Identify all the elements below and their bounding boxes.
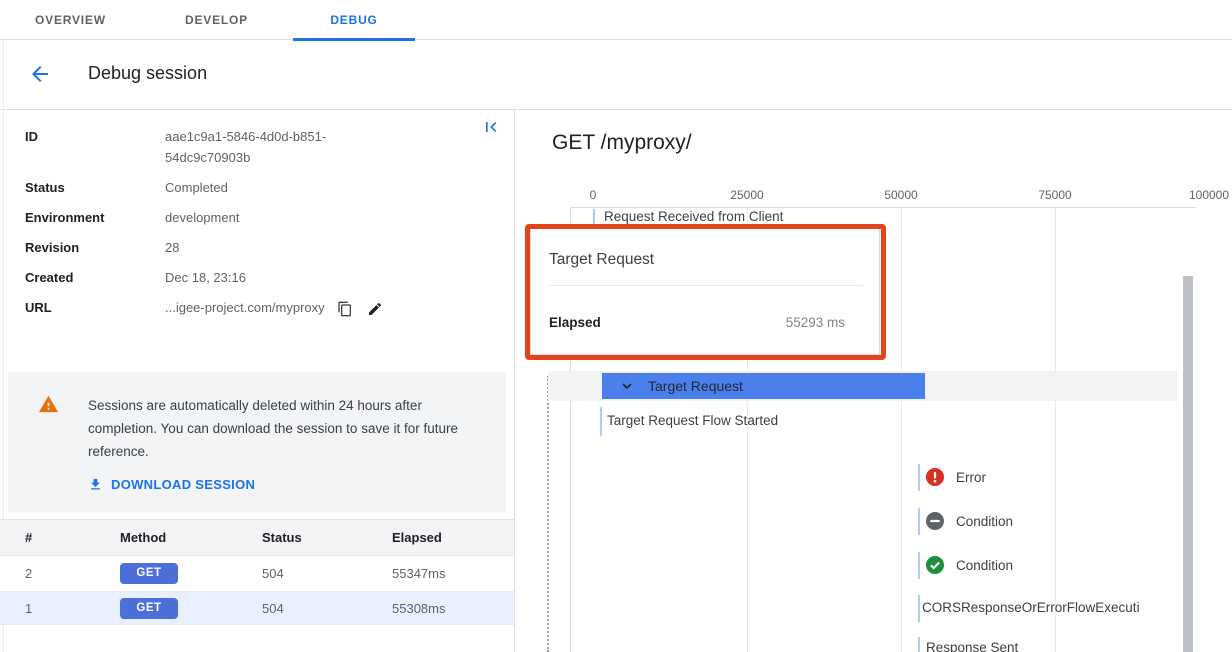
method-badge: GET: [120, 563, 178, 584]
field-revision: Revision 28: [25, 237, 495, 258]
tx-status: 504: [262, 566, 392, 581]
field-environment: Environment development: [25, 207, 495, 228]
tx-elapsed: 55347ms: [392, 566, 514, 581]
field-label: ID: [25, 126, 165, 168]
header-divider: [0, 109, 1232, 110]
gridline: [901, 208, 902, 652]
event-tick: [600, 407, 602, 436]
copy-icon[interactable]: [337, 301, 353, 317]
tooltip-elapsed-label: Elapsed: [549, 315, 601, 330]
col-status: Status: [262, 530, 392, 545]
event-response-sent: Response Sent: [926, 640, 1018, 652]
step-condition-met[interactable]: Condition: [926, 556, 1013, 574]
elapsed-tooltip: Target Request Elapsed 55293 ms: [530, 228, 880, 355]
tab-overview[interactable]: OVERVIEW: [35, 0, 106, 40]
step-error[interactable]: Error: [926, 468, 986, 486]
axis-tick-75000: 75000: [1038, 188, 1071, 202]
step-condition-skipped[interactable]: Condition: [926, 512, 1013, 530]
transactions-header: # Method Status Elapsed: [0, 519, 514, 556]
session-details: ID aae1c9a1-5846-4d0d-b851-54dc9c70903b …: [25, 126, 495, 327]
download-session-label: DOWNLOAD SESSION: [111, 477, 255, 492]
error-icon: [926, 468, 944, 486]
col-elapsed: Elapsed: [392, 530, 514, 545]
chevron-down-icon: [619, 378, 635, 394]
collapse-panel-button[interactable]: [481, 117, 501, 137]
tx-num: 2: [25, 566, 120, 581]
field-value: aae1c9a1-5846-4d0d-b851-54dc9c70903b: [165, 126, 395, 168]
field-value: ...igee-project.com/myproxy: [165, 300, 325, 315]
field-label: Status: [25, 177, 165, 198]
warning-icon: [38, 394, 59, 418]
event-tick: [918, 595, 920, 622]
tx-elapsed: 55308ms: [392, 601, 514, 616]
condition-true-icon: [926, 556, 944, 574]
back-button[interactable]: [28, 62, 52, 86]
tooltip-divider: [549, 285, 863, 286]
event-request-received: Request Received from Client: [604, 209, 783, 224]
field-status: Status Completed: [25, 177, 495, 198]
event-flow-started: Target Request Flow Started: [607, 413, 778, 428]
step-label: Condition: [956, 558, 1013, 573]
field-created: Created Dec 18, 23:16: [25, 267, 495, 288]
field-label: Environment: [25, 207, 165, 228]
field-url: URL ...igee-project.com/myproxy: [25, 297, 495, 318]
step-label: Condition: [956, 514, 1013, 529]
event-tick: [593, 209, 595, 226]
tab-bar: OVERVIEW DEVELOP DEBUG: [0, 0, 1232, 40]
flow-connector-line: [547, 376, 549, 652]
axis-tick-25000: 25000: [730, 188, 763, 202]
collapse-left-icon: [481, 117, 501, 137]
axis-tick-100000: 100000: [1189, 188, 1229, 202]
tab-develop[interactable]: DEVELOP: [185, 0, 248, 40]
field-label: URL: [25, 297, 165, 318]
event-tick: [918, 552, 920, 579]
axis-tick-50000: 50000: [884, 188, 917, 202]
field-value: Dec 18, 23:16: [165, 267, 395, 288]
gridline: [1055, 208, 1056, 652]
download-icon: [88, 477, 103, 492]
page-title: Debug session: [88, 63, 207, 84]
event-tick: [918, 508, 920, 535]
transaction-title: GET /myproxy/: [552, 131, 692, 155]
target-request-bar[interactable]: Target Request: [602, 373, 925, 399]
download-session-link[interactable]: DOWNLOAD SESSION: [88, 477, 255, 492]
method-badge: GET: [120, 598, 178, 619]
step-label: Error: [956, 470, 986, 485]
field-id: ID aae1c9a1-5846-4d0d-b851-54dc9c70903b: [25, 126, 495, 168]
plot-top-border: [570, 207, 1196, 208]
tooltip-elapsed-value: 55293 ms: [786, 315, 845, 330]
field-value: 28: [165, 237, 395, 258]
col-method: Method: [120, 530, 262, 545]
condition-false-icon: [926, 512, 944, 530]
field-label: Created: [25, 267, 165, 288]
axis-tick-0: 0: [590, 188, 597, 202]
panel-divider: [514, 110, 515, 652]
session-warning: Sessions are automatically deleted withi…: [8, 372, 506, 512]
tab-debug[interactable]: DEBUG: [293, 0, 415, 40]
debug-session-page: OVERVIEW DEVELOP DEBUG Debug session ID …: [0, 0, 1232, 652]
warning-text: Sessions are automatically deleted withi…: [88, 394, 490, 463]
event-cors-flow: CORSResponseOrErrorFlowExecuti: [922, 600, 1178, 615]
tooltip-title: Target Request: [549, 251, 654, 269]
field-value: development: [165, 207, 395, 228]
edit-icon[interactable]: [367, 301, 383, 317]
field-value: Completed: [165, 177, 395, 198]
event-tick: [918, 464, 920, 491]
arrow-left-icon: [28, 62, 52, 86]
event-tick: [918, 637, 920, 652]
target-request-bar-label: Target Request: [648, 378, 743, 394]
field-label: Revision: [25, 237, 165, 258]
tx-num: 1: [25, 601, 120, 616]
transaction-row[interactable]: 2 GET 504 55347ms: [0, 556, 514, 592]
col-num: #: [25, 530, 120, 545]
transaction-row-selected[interactable]: 1 GET 504 55308ms: [0, 592, 514, 625]
timeline-scrollbar[interactable]: [1183, 276, 1193, 652]
tx-status: 504: [262, 601, 392, 616]
